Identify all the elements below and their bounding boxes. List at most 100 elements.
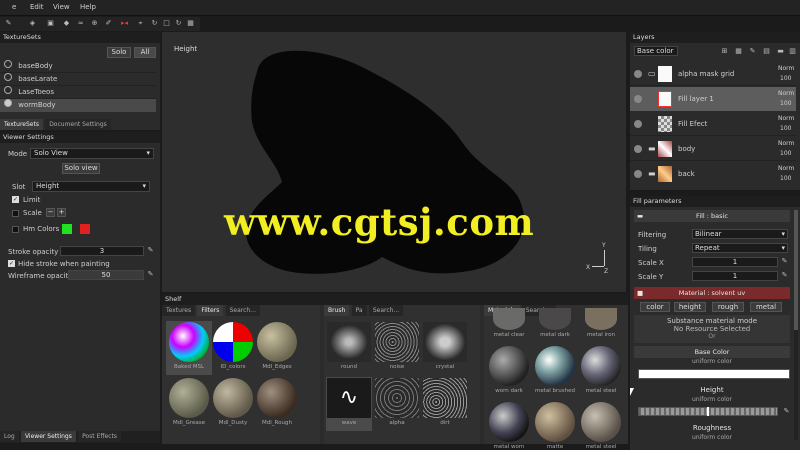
- edit-icon[interactable]: ✎: [146, 246, 155, 255]
- collapse-icon[interactable]: ▬: [637, 210, 643, 222]
- shelf-item[interactable]: metal worn: [486, 401, 532, 450]
- shelf-item[interactable]: Baked MSL: [166, 321, 212, 375]
- tab-viewer-settings[interactable]: Viewer Settings: [20, 431, 76, 442]
- refresh-icon[interactable]: ↻: [150, 19, 159, 28]
- red-color-swatch[interactable]: [80, 224, 90, 234]
- shelf-item[interactable]: metal dark: [532, 307, 578, 343]
- tab-log[interactable]: Log: [0, 431, 19, 442]
- material-section-header[interactable]: ■ Material : solvent uv: [634, 287, 790, 299]
- blend-mode-select[interactable]: Base color: [634, 46, 678, 56]
- tab-filters[interactable]: Filters: [197, 305, 224, 316]
- smudge-icon[interactable]: ≈: [76, 19, 85, 28]
- visibility-icon[interactable]: [634, 70, 642, 78]
- scale-checkbox[interactable]: [12, 210, 19, 217]
- menu-item-help[interactable]: Help: [80, 3, 96, 11]
- scale-minus-button[interactable]: −: [46, 208, 55, 217]
- shelf-item[interactable]: round: [326, 321, 372, 375]
- menu-item-view[interactable]: View: [53, 3, 70, 11]
- shelf-item[interactable]: Mdl_Rough: [254, 377, 300, 431]
- solo-view-button[interactable]: Solo view: [62, 163, 100, 174]
- edit-icon[interactable]: ✎: [146, 270, 155, 279]
- layer-row[interactable]: ▭ alpha mask grid Norm 100: [630, 62, 796, 86]
- polygon-fill-icon[interactable]: ◆: [62, 19, 71, 28]
- scale-y-field[interactable]: 1: [692, 271, 778, 281]
- menu-item-file[interactable]: e: [12, 3, 16, 11]
- shelf-item[interactable]: metal steel: [578, 401, 624, 450]
- add-effect-icon[interactable]: ▦: [734, 47, 743, 56]
- shelf-item[interactable]: metal steel: [578, 345, 624, 399]
- texture-set-item[interactable]: baseLarate: [0, 73, 156, 86]
- layer-row[interactable]: Fill Efect Norm 100: [630, 112, 796, 136]
- edit-icon[interactable]: ✎: [782, 407, 791, 416]
- no-resource-label[interactable]: No Resource Selected: [634, 325, 790, 333]
- layer-row[interactable]: ▬ body Norm 100: [630, 137, 796, 161]
- eraser-icon[interactable]: ◈: [28, 19, 37, 28]
- texture-set-item-selected[interactable]: wormBody: [0, 99, 156, 112]
- shelf-item[interactable]: metal iron: [578, 307, 624, 343]
- tab-particles[interactable]: Pa: [351, 305, 367, 316]
- collapse-icon[interactable]: ■: [637, 287, 643, 299]
- texture-set-item[interactable]: baseBody: [0, 60, 156, 73]
- tab-textures[interactable]: Textures: [162, 305, 196, 316]
- screenshot-icon[interactable]: ↻: [174, 19, 183, 28]
- radio-icon[interactable]: [4, 60, 12, 68]
- solo-button[interactable]: Solo: [107, 47, 131, 58]
- tab-brush[interactable]: Brush: [324, 305, 350, 316]
- tab-texture-sets[interactable]: TextureSets: [0, 119, 43, 130]
- clone-icon[interactable]: ⊕: [90, 19, 99, 28]
- filtering-select[interactable]: Bilinear ▾: [692, 229, 788, 239]
- radio-icon[interactable]: [4, 99, 12, 107]
- radio-icon[interactable]: [4, 73, 12, 81]
- visibility-icon[interactable]: [634, 120, 642, 128]
- visibility-icon[interactable]: [634, 95, 642, 103]
- shelf-item[interactable]: alpha: [374, 377, 420, 431]
- channel-height-button[interactable]: height: [674, 302, 706, 312]
- shelf-item[interactable]: worn dark: [486, 345, 532, 399]
- channel-color-button[interactable]: color: [640, 302, 670, 312]
- shelf-item[interactable]: matte: [532, 401, 578, 450]
- paint-brush-icon[interactable]: ✎: [4, 19, 13, 28]
- height-slider[interactable]: [638, 407, 778, 416]
- shelf-item[interactable]: Mdl_Grease: [166, 377, 212, 431]
- shelf-item[interactable]: ∿ wave: [326, 377, 372, 431]
- scrollbar-thumb[interactable]: [794, 210, 798, 330]
- shelf-item[interactable]: dirt: [422, 377, 468, 431]
- square-icon[interactable]: □: [162, 19, 171, 28]
- paint-layer-icon[interactable]: ✎: [748, 47, 757, 56]
- visibility-icon[interactable]: [634, 145, 642, 153]
- scrollbar[interactable]: [794, 210, 798, 440]
- channel-metal-button[interactable]: metal: [750, 302, 782, 312]
- shelf-item[interactable]: metal clear: [486, 307, 532, 343]
- height-slider-handle[interactable]: [707, 407, 709, 416]
- layer-row[interactable]: ▬ back Norm 100: [630, 162, 796, 186]
- tiling-select[interactable]: Repeat ▾: [692, 243, 788, 253]
- projection-icon[interactable]: ▣: [46, 19, 55, 28]
- shelf-item[interactable]: metal brushed: [532, 345, 578, 399]
- limit-checkbox[interactable]: ✓: [12, 196, 19, 203]
- green-color-swatch[interactable]: [62, 224, 72, 234]
- all-button[interactable]: All: [134, 47, 156, 58]
- mode-select[interactable]: Solo View ▾: [30, 148, 154, 159]
- visibility-icon[interactable]: [634, 170, 642, 178]
- grid-icon[interactable]: ▦: [186, 19, 195, 28]
- shelf-item[interactable]: Mdl_Edges: [254, 321, 300, 375]
- delete-icon[interactable]: ▥: [788, 47, 797, 56]
- slot-select[interactable]: Height ▾: [32, 181, 150, 192]
- texture-set-item[interactable]: LaseToeos: [0, 86, 156, 99]
- shelf-search-1[interactable]: Search...: [225, 305, 260, 316]
- symmetry-icon[interactable]: ▸◂: [120, 19, 129, 28]
- stroke-opacity-field[interactable]: 3: [60, 246, 144, 256]
- hide-stroke-checkbox[interactable]: ✓: [8, 260, 15, 267]
- shelf-item[interactable]: crystal: [422, 321, 468, 375]
- colors-checkbox[interactable]: [12, 226, 19, 233]
- edit-icon[interactable]: ✎: [780, 271, 789, 280]
- shelf-item[interactable]: Mdl_Dusty: [210, 377, 256, 431]
- wireframe-opacity-field[interactable]: 50: [68, 270, 144, 280]
- shelf-item[interactable]: noise: [374, 321, 420, 375]
- tab-document-settings[interactable]: Document Settings: [45, 119, 111, 130]
- base-color-swatch[interactable]: [638, 369, 790, 379]
- add-mask-icon[interactable]: ⊞: [720, 47, 729, 56]
- fill-section-header[interactable]: ▬ Fill : basic: [634, 210, 790, 222]
- tab-post-effects[interactable]: Post Effects: [78, 431, 121, 442]
- fill-layer-icon[interactable]: ▤: [762, 47, 771, 56]
